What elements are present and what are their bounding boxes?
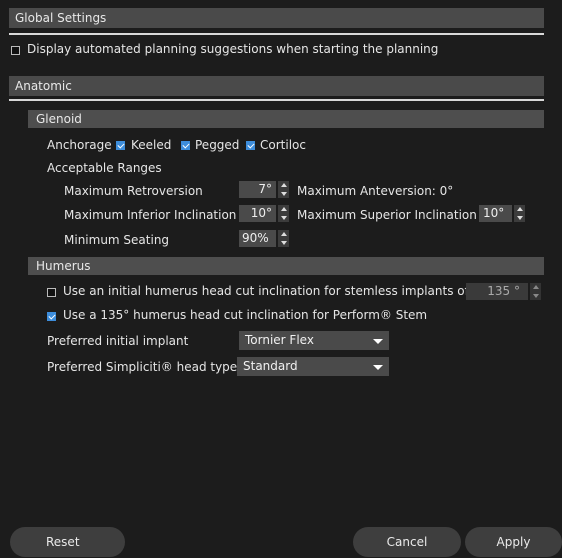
chevron-down-icon — [373, 365, 383, 370]
spinner-arrows[interactable] — [530, 283, 541, 300]
automated-suggestions-label: Display automated planning suggestions w… — [27, 42, 439, 56]
anchorage-label: Anchorage — [47, 138, 112, 152]
keeled-checkbox[interactable] — [116, 141, 125, 150]
preferred-implant-label: Preferred initial implant — [47, 334, 189, 348]
max-retroversion-spinner[interactable]: 7° — [239, 181, 289, 198]
min-seating-spinner[interactable]: 90% — [239, 230, 289, 247]
spinner-arrows[interactable] — [278, 205, 289, 222]
max-inferior-inclination-value[interactable]: 10° — [239, 205, 276, 222]
preferred-head-label: Preferred Simpliciti® head type — [47, 360, 238, 374]
spinner-arrows[interactable] — [514, 205, 525, 222]
stemless-inclination-checkbox[interactable] — [47, 288, 56, 297]
humerus-header: Humerus — [28, 257, 544, 275]
keeled-label: Keeled — [131, 138, 172, 152]
stemless-inclination-spinner[interactable]: 135 ° — [466, 283, 541, 300]
preferred-implant-value: Tornier Flex — [245, 333, 314, 347]
stemless-inclination-label: Use an initial humerus head cut inclinat… — [63, 284, 473, 298]
acceptable-ranges-label: Acceptable Ranges — [47, 161, 162, 175]
spin-down-icon[interactable] — [281, 241, 287, 245]
stemless-inclination-value[interactable]: 135 ° — [466, 283, 528, 300]
max-superior-inclination-label: Maximum Superior Inclination — [297, 208, 477, 222]
spinner-arrows[interactable] — [278, 230, 289, 247]
spin-down-icon[interactable] — [281, 216, 287, 220]
perform-stem-checkbox[interactable] — [47, 312, 56, 321]
perform-stem-label: Use a 135° humerus head cut inclination … — [63, 308, 428, 322]
preferred-implant-dropdown[interactable]: Tornier Flex — [239, 331, 389, 350]
pegged-label: Pegged — [195, 138, 240, 152]
global-settings-header: Global Settings — [9, 8, 544, 28]
cortiloc-label: Cortiloc — [260, 138, 306, 152]
spin-down-icon[interactable] — [281, 192, 287, 196]
max-retroversion-label: Maximum Retroversion — [64, 184, 203, 198]
min-seating-label: Minimum Seating — [64, 233, 170, 247]
cortiloc-checkbox[interactable] — [246, 141, 255, 150]
spin-down-icon[interactable] — [533, 294, 539, 298]
pegged-checkbox[interactable] — [181, 141, 190, 150]
spin-up-icon[interactable] — [281, 183, 287, 187]
preferred-head-dropdown[interactable]: Standard — [237, 357, 389, 376]
max-anteversion-label: Maximum Anteversion: 0° — [297, 184, 454, 198]
spin-up-icon[interactable] — [517, 207, 523, 211]
glenoid-header: Glenoid — [28, 110, 544, 128]
preferred-head-value: Standard — [243, 359, 298, 373]
automated-suggestions-checkbox[interactable] — [11, 46, 20, 55]
divider — [9, 33, 544, 35]
max-inferior-inclination-label: Maximum Inferior Inclination — [64, 208, 237, 222]
cancel-button[interactable]: Cancel — [353, 527, 461, 557]
apply-button[interactable]: Apply — [465, 527, 562, 557]
max-superior-inclination-value[interactable]: 10° — [479, 205, 512, 222]
max-retroversion-value[interactable]: 7° — [239, 181, 276, 198]
reset-button[interactable]: Reset — [10, 527, 125, 557]
divider — [9, 99, 544, 101]
min-seating-value[interactable]: 90% — [239, 230, 276, 247]
max-superior-inclination-spinner[interactable]: 10° — [479, 205, 525, 222]
spin-up-icon[interactable] — [281, 232, 287, 236]
max-inferior-inclination-spinner[interactable]: 10° — [239, 205, 289, 222]
spin-down-icon[interactable] — [517, 216, 523, 220]
spinner-arrows[interactable] — [278, 181, 289, 198]
spin-up-icon[interactable] — [281, 207, 287, 211]
chevron-down-icon — [373, 339, 383, 344]
anatomic-header: Anatomic — [9, 76, 544, 96]
spin-up-icon[interactable] — [533, 285, 539, 289]
